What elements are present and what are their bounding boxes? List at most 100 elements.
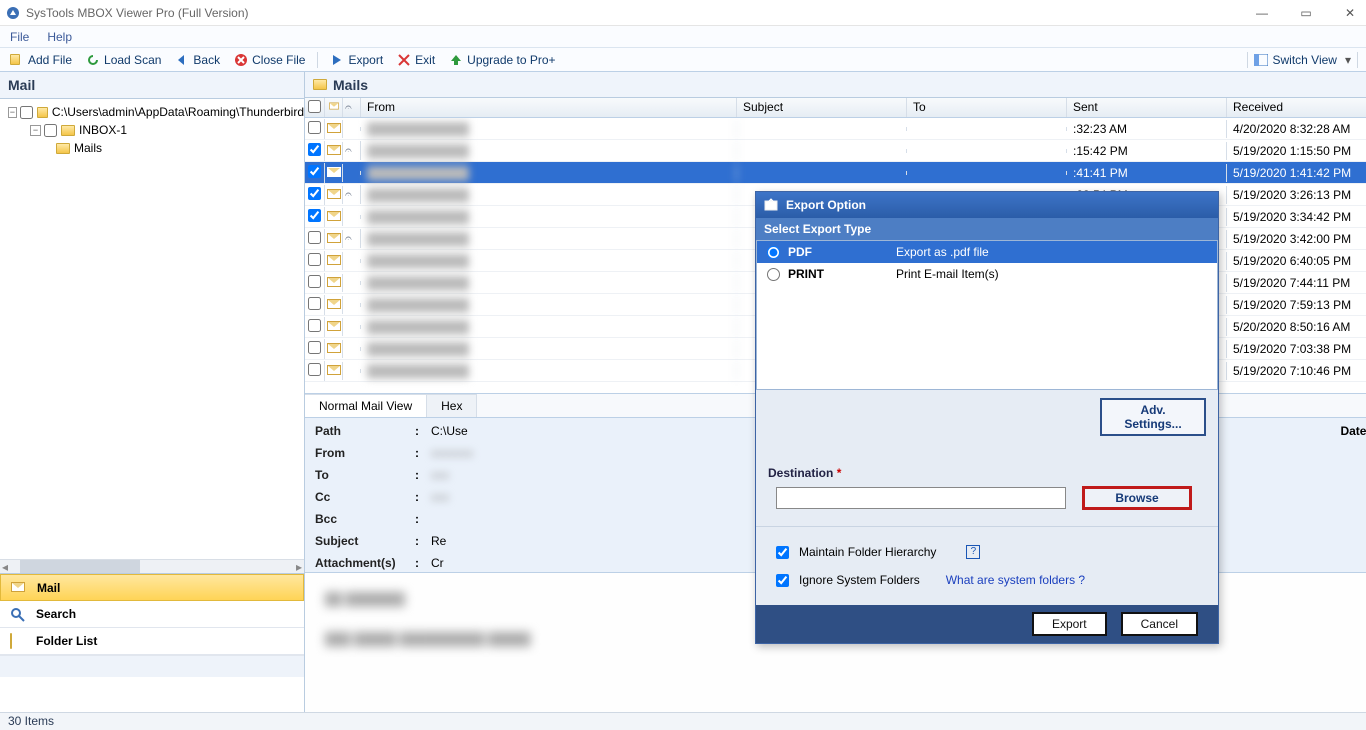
attach-icon (343, 325, 361, 329)
tree-root-checkbox[interactable] (20, 106, 33, 119)
back-button[interactable]: Back (171, 53, 224, 67)
detail-datetime-key: Date Time : (1340, 424, 1366, 438)
ignore-system-folders-checkbox[interactable] (776, 574, 789, 587)
tree-inbox-label: INBOX-1 (79, 123, 127, 137)
help-icon[interactable]: ? (966, 545, 980, 559)
mail-icon (325, 120, 343, 138)
menu-file[interactable]: File (10, 30, 29, 44)
folder-tree[interactable]: − C:\Users\admin\AppData\Roaming\Thunder… (0, 99, 304, 559)
nav-search[interactable]: Search (0, 601, 304, 628)
close-button[interactable]: ✕ (1340, 6, 1360, 20)
play-icon (330, 53, 344, 67)
option-pdf[interactable]: PDF Export as .pdf file (757, 241, 1217, 263)
col-to[interactable]: To (907, 98, 1067, 117)
col-sent[interactable]: Sent (1067, 98, 1227, 117)
mail-icon (325, 362, 343, 380)
switch-view-button[interactable]: Switch View▾ (1250, 53, 1355, 67)
scroll-right-icon[interactable]: ▸ (294, 560, 304, 573)
collapse-icon[interactable]: − (8, 107, 17, 118)
dialog-subtitle: Select Export Type (756, 218, 1218, 240)
select-all-checkbox[interactable] (308, 100, 321, 113)
mail-icon (325, 164, 343, 182)
option-print[interactable]: PRINT Print E-mail Item(s) (757, 263, 1217, 285)
col-from[interactable]: From (361, 98, 737, 117)
menu-help[interactable]: Help (47, 30, 72, 44)
row-checkbox[interactable] (308, 231, 321, 244)
app-icon (6, 6, 20, 20)
ignore-system-folders-label: Ignore System Folders (799, 573, 920, 587)
collapse-icon[interactable]: − (30, 125, 41, 136)
nav-folder-list[interactable]: Folder List (0, 628, 304, 655)
upgrade-button[interactable]: Upgrade to Pro+ (445, 53, 559, 67)
row-checkbox[interactable] (308, 275, 321, 288)
cell-sent: :32:23 AM (1067, 120, 1227, 138)
option-pdf-radio[interactable] (767, 246, 780, 259)
tree-root[interactable]: − C:\Users\admin\AppData\Roaming\Thunder… (0, 103, 304, 121)
system-folders-link[interactable]: What are system folders ? (946, 573, 1085, 587)
row-checkbox[interactable] (308, 187, 321, 200)
row-checkbox[interactable] (308, 363, 321, 376)
cell-from: ████████████ (361, 274, 737, 292)
attach-icon (343, 369, 361, 373)
tree-inbox-checkbox[interactable] (44, 124, 57, 137)
exit-button[interactable]: Exit (393, 53, 439, 67)
close-file-button[interactable]: Close File (230, 53, 309, 67)
export-button[interactable]: Export (326, 53, 387, 67)
col-subject[interactable]: Subject (737, 98, 907, 117)
nav-folder-list-label: Folder List (36, 634, 97, 648)
browse-button[interactable]: Browse (1082, 486, 1192, 510)
table-row[interactable]: ████████████:41:41 PM5/19/2020 1:41:42 P… (305, 162, 1366, 184)
dialog-titlebar[interactable]: Export Option (756, 192, 1218, 218)
col-checkbox[interactable] (305, 98, 325, 117)
minimize-button[interactable]: — (1252, 6, 1272, 20)
row-checkbox[interactable] (308, 143, 321, 156)
row-checkbox[interactable] (308, 121, 321, 134)
cell-received: 5/19/2020 1:41:42 PM (1227, 164, 1366, 182)
option-print-desc: Print E-mail Item(s) (896, 267, 999, 281)
required-star: * (837, 466, 842, 480)
option-print-radio[interactable] (767, 268, 780, 281)
row-checkbox[interactable] (308, 253, 321, 266)
mail-icon (325, 296, 343, 314)
row-checkbox[interactable] (308, 297, 321, 310)
load-scan-button[interactable]: Load Scan (82, 53, 165, 67)
nav-mail-label: Mail (37, 581, 60, 595)
tree-inbox[interactable]: − INBOX-1 (0, 121, 304, 139)
maximize-button[interactable]: ▭ (1296, 6, 1316, 20)
maintain-hierarchy-checkbox[interactable] (776, 546, 789, 559)
row-checkbox[interactable] (308, 319, 321, 332)
col-attach-icon: 𝄐 (343, 98, 361, 117)
toolbar: Add File Load Scan Back Close File Expor… (0, 48, 1366, 72)
scroll-left-icon[interactable]: ◂ (0, 560, 10, 573)
cell-to (907, 149, 1067, 153)
dialog-export-button[interactable]: Export (1032, 612, 1107, 636)
row-checkbox[interactable] (308, 341, 321, 354)
mail-icon (325, 186, 343, 204)
destination-input[interactable] (776, 487, 1066, 509)
detail-subject-value: Re (431, 534, 446, 548)
table-row[interactable]: ████████████:32:23 AM4/20/2020 8:32:28 A… (305, 118, 1366, 140)
mails-header: Mails ➜ Export Selected (305, 72, 1366, 98)
mail-icon (325, 252, 343, 270)
tree-root-label: C:\Users\admin\AppData\Roaming\Thunderbi… (52, 105, 304, 119)
detail-to-key: To (315, 468, 415, 482)
add-file-button[interactable]: Add File (6, 53, 76, 67)
attach-icon (343, 127, 361, 131)
dialog-cancel-button[interactable]: Cancel (1121, 612, 1198, 636)
tree-scrollbar[interactable]: ◂▸ (0, 559, 304, 573)
col-received[interactable]: Received (1227, 98, 1366, 117)
cell-from: ████████████ (361, 252, 737, 270)
detail-attach-value: Cr (431, 556, 444, 570)
attach-icon (343, 347, 361, 351)
mail-icon (325, 318, 343, 336)
cell-from: ████████████ (361, 164, 737, 182)
tree-mails[interactable]: Mails (0, 139, 304, 157)
row-checkbox[interactable] (308, 165, 321, 178)
cell-from: ████████████ (361, 120, 737, 138)
tab-normal-view[interactable]: Normal Mail View (305, 394, 427, 417)
adv-settings-button[interactable]: Adv. Settings... (1100, 398, 1206, 436)
row-checkbox[interactable] (308, 209, 321, 222)
nav-mail[interactable]: Mail (0, 574, 304, 601)
table-row[interactable]: 𝄐████████████:15:42 PM5/19/2020 1:15:50 … (305, 140, 1366, 162)
tab-hex-view[interactable]: Hex (427, 394, 477, 417)
